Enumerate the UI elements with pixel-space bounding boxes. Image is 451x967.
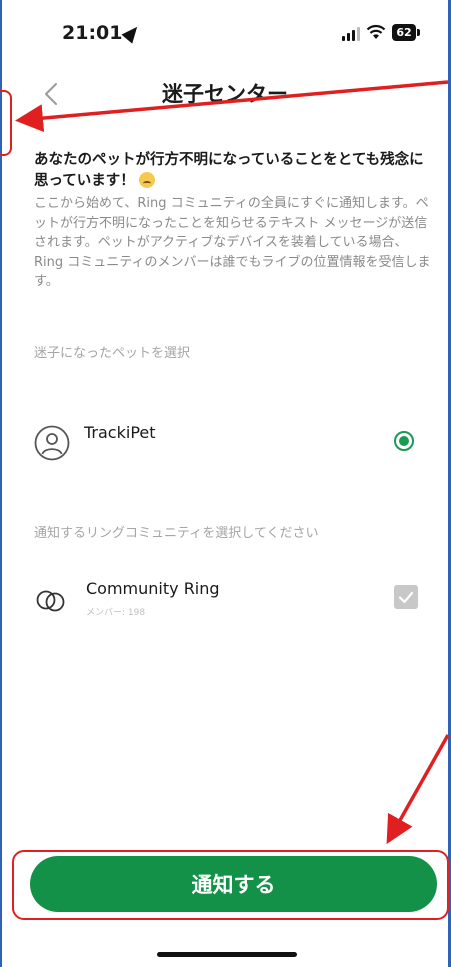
checkmark-icon — [398, 591, 414, 604]
intro-heading-text: あなたのペットが行方不明になっていることをとても残念に思っています！ — [34, 152, 424, 189]
community-checkbox-checked[interactable] — [394, 585, 418, 609]
pet-avatar-icon — [34, 425, 70, 461]
phone-screen: 21:01 62 迷子センター あなたのペットが行方不明になっていることをとても… — [2, 0, 448, 967]
rings-icon — [34, 585, 68, 615]
annotation-highlight-back — [0, 90, 12, 156]
intro-body: ここから始めて、Ring コミュニティの全員にすぐに通知します。ペットが行方不明… — [34, 196, 431, 289]
status-time: 21:01 — [62, 22, 123, 44]
pet-option-row[interactable]: TrackiPet — [34, 415, 434, 471]
sad-face-emoji-icon — [138, 172, 155, 188]
community-name: Community Ring — [86, 579, 220, 598]
battery-level: 62 — [392, 24, 416, 41]
pet-section-label: 迷子になったペットを選択 — [34, 346, 191, 361]
signal-icon — [342, 27, 362, 41]
nav-bar: 迷子センター — [2, 70, 448, 120]
pet-name: TrackiPet — [84, 423, 156, 442]
community-option-row[interactable]: Community Ring メンバー: 198 — [34, 575, 434, 635]
status-bar: 21:01 62 — [2, 0, 448, 70]
community-member-count: メンバー: 198 — [86, 608, 146, 618]
intro-heading: あなたのペットが行方不明になっていることをとても残念に思っています！ — [34, 150, 434, 192]
battery-icon: 62 — [392, 24, 422, 41]
annotation-highlight-notify — [12, 850, 449, 920]
community-section-label: 通知するリングコミュニティを選択してください — [34, 526, 319, 541]
wifi-icon — [366, 24, 386, 40]
page-title: 迷子センター — [162, 82, 288, 106]
home-indicator — [157, 952, 297, 957]
pet-radio-selected[interactable] — [394, 431, 414, 451]
location-arrow-icon — [121, 22, 143, 44]
intro-section: あなたのペットが行方不明になっていることをとても残念に思っています！ ここから始… — [34, 150, 434, 292]
